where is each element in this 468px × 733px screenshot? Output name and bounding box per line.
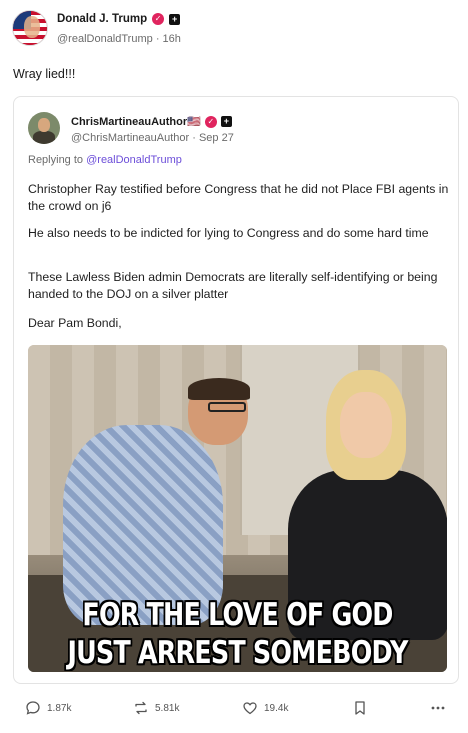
author-display-name[interactable]: Donald J. Trump bbox=[57, 13, 147, 25]
verified-badge-icon: ✓ bbox=[152, 13, 165, 25]
author-avatar[interactable] bbox=[12, 10, 48, 46]
plus-badge-icon: + bbox=[169, 13, 181, 25]
heart-icon bbox=[243, 702, 257, 715]
meme-caption-bottom: JUST ARREST SOMEBODY bbox=[67, 635, 408, 671]
author-handle[interactable]: @realDonaldTrump bbox=[57, 33, 153, 45]
like-count: 19.4k bbox=[264, 702, 289, 714]
post-text: Wray lied!!! bbox=[13, 67, 76, 81]
quoted-author-name-row: ChrisMartineauAuthor🇺🇸 ✓ + bbox=[71, 115, 232, 128]
quoted-author-name[interactable]: ChrisMartineauAuthor🇺🇸 bbox=[71, 115, 201, 128]
like-button[interactable]: 19.4k bbox=[242, 700, 288, 716]
reply-count: 1.87k bbox=[47, 702, 72, 714]
reply-icon bbox=[26, 701, 40, 715]
plus-badge-icon: + bbox=[220, 116, 232, 127]
post-time[interactable]: 16h bbox=[163, 33, 181, 45]
more-options-button[interactable] bbox=[430, 700, 446, 716]
verified-badge-icon: ✓ bbox=[204, 115, 217, 128]
action-bar: 1.87k 5.81k 19.4k bbox=[25, 700, 450, 720]
author-handle-row: @realDonaldTrump · 16h bbox=[57, 33, 181, 45]
quoted-paragraph: Christopher Ray testified before Congres… bbox=[28, 182, 449, 213]
separator-dot: · bbox=[155, 33, 163, 45]
quoted-handle[interactable]: @ChrisMartineauAuthor bbox=[71, 132, 189, 144]
quoted-paragraph: Dear Pam Bondi, bbox=[28, 316, 122, 330]
more-dots-icon bbox=[431, 706, 445, 710]
quoted-date[interactable]: Sep 27 bbox=[199, 132, 234, 144]
quoted-paragraph: These Lawless Biden admin Democrats are … bbox=[28, 270, 438, 301]
separator-dot: · bbox=[192, 132, 199, 144]
bookmark-button[interactable] bbox=[353, 700, 367, 716]
bookmark-icon bbox=[355, 701, 365, 715]
replying-prefix: Replying to bbox=[28, 154, 84, 166]
replying-to: Replying to @realDonaldTrump bbox=[28, 154, 182, 166]
repost-count: 5.81k bbox=[155, 702, 180, 714]
meme-caption-top: FOR THE LOVE OF GOD bbox=[82, 597, 393, 633]
quoted-handle-row: @ChrisMartineauAuthor · Sep 27 bbox=[71, 132, 234, 144]
quoted-author-avatar[interactable] bbox=[28, 112, 60, 144]
quoted-paragraph: He also needs to be indicted for lying t… bbox=[28, 226, 429, 240]
post-header: Donald J. Trump ✓ + @realDonaldTrump · 1… bbox=[12, 10, 452, 50]
replying-mention[interactable]: @realDonaldTrump bbox=[86, 154, 182, 166]
reply-button[interactable]: 1.87k bbox=[25, 700, 71, 716]
repost-button[interactable]: 5.81k bbox=[133, 700, 179, 716]
post-card: Donald J. Trump ✓ + @realDonaldTrump · 1… bbox=[0, 0, 468, 733]
author-name-row: Donald J. Trump ✓ + bbox=[57, 13, 181, 25]
meme-image[interactable]: FOR THE LOVE OF GOD JUST ARREST SOMEBODY bbox=[28, 345, 447, 672]
repost-icon bbox=[135, 701, 147, 715]
quoted-post[interactable]: ChrisMartineauAuthor🇺🇸 ✓ + @ChrisMartine… bbox=[13, 96, 459, 684]
